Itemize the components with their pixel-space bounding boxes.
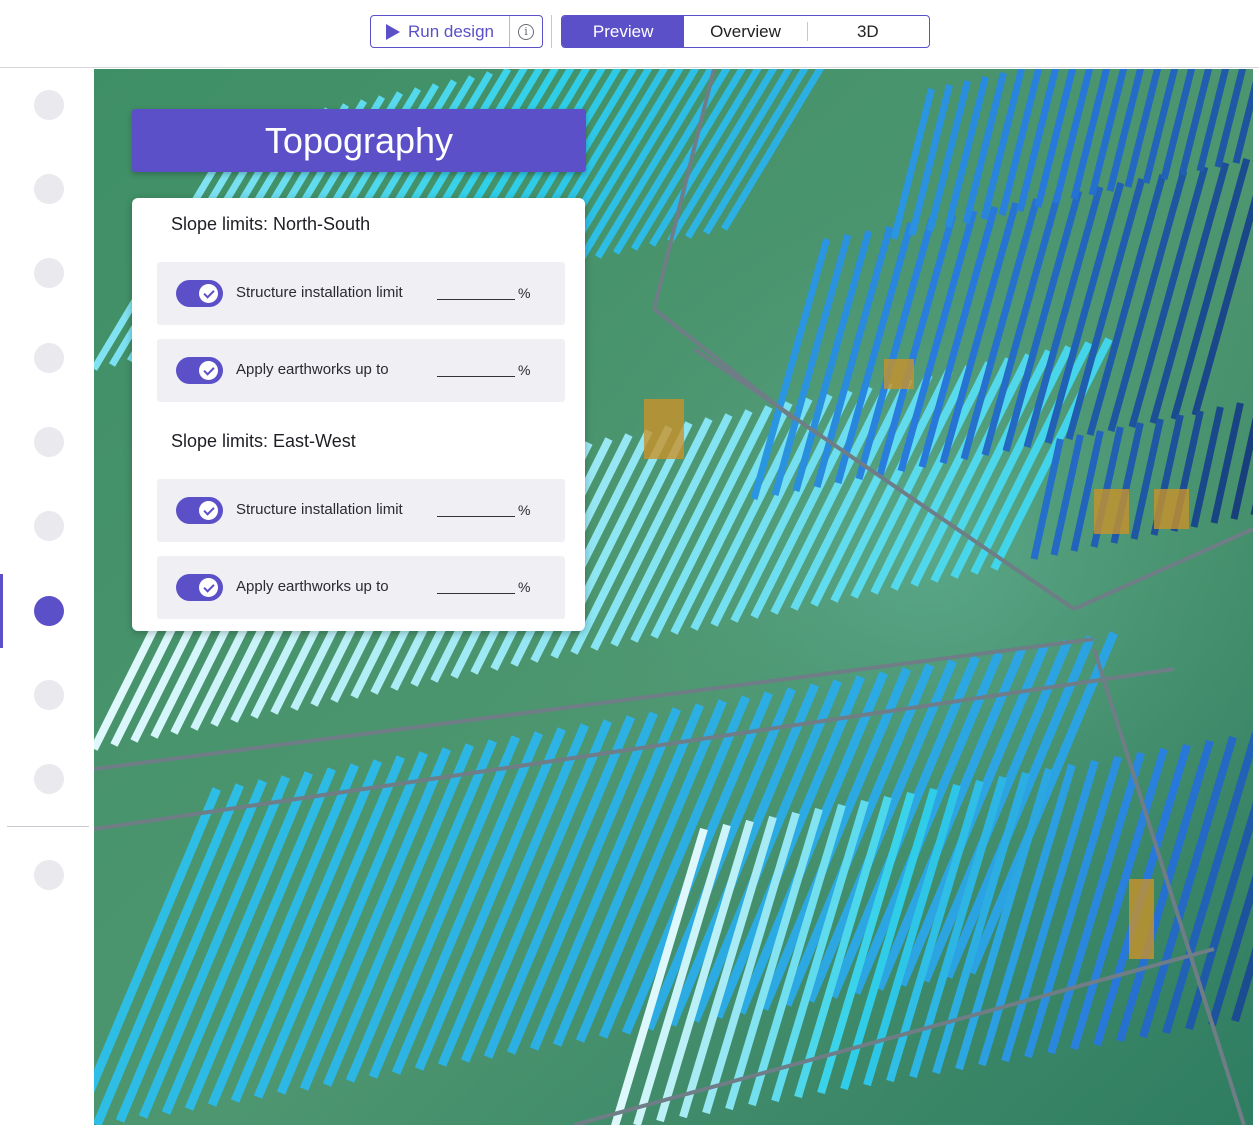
earthwork-patch [1154, 489, 1189, 529]
section-label-east-west: Slope limits: East-West [171, 431, 356, 451]
step-1[interactable] [34, 90, 64, 120]
ns-structure-limit-row: Structure installation limit % [157, 262, 565, 325]
ns-earthworks-input[interactable] [437, 357, 515, 377]
run-design-group: Run design i [370, 15, 543, 48]
ew-structure-limit-unit: % [518, 502, 531, 518]
toggle-knob [199, 284, 218, 303]
step-2[interactable] [34, 174, 64, 204]
ew-earthworks-row: Apply earthworks up to % [157, 556, 565, 619]
tab-preview[interactable]: Preview [562, 16, 685, 47]
view-mode-tabs: Preview Overview 3D [561, 15, 930, 48]
step-8[interactable] [34, 680, 64, 710]
info-icon: i [518, 23, 534, 40]
check-icon [202, 363, 215, 376]
toggle-knob [199, 578, 218, 597]
ew-earthworks-unit: % [518, 579, 531, 595]
step-3[interactable] [34, 258, 64, 288]
ew-structure-limit-label: Structure installation limit [236, 501, 403, 518]
step-10[interactable] [34, 860, 64, 890]
active-step-indicator [0, 574, 3, 648]
ns-structure-limit-input[interactable] [437, 280, 515, 300]
ew-earthworks-label: Apply earthworks up to [236, 578, 389, 595]
top-toolbar: Run design i Preview Overview 3D [0, 0, 1259, 68]
run-design-button[interactable]: Run design [371, 16, 510, 47]
ew-earthworks-toggle[interactable] [176, 574, 223, 601]
ns-earthworks-toggle[interactable] [176, 357, 223, 384]
ew-structure-limit-toggle[interactable] [176, 497, 223, 524]
panel-title-topography: Topography [132, 109, 586, 172]
step-6[interactable] [34, 511, 64, 541]
run-design-label: Run design [407, 21, 494, 41]
check-icon [202, 580, 215, 593]
step-9[interactable] [34, 764, 64, 794]
ew-structure-limit-input[interactable] [437, 497, 515, 517]
rail-separator [7, 826, 89, 827]
topography-panel: Slope limits: North-South Structure inst… [132, 198, 585, 631]
ns-structure-limit-unit: % [518, 285, 531, 301]
toggle-knob [199, 361, 218, 380]
check-icon [202, 286, 215, 299]
ew-structure-limit-row: Structure installation limit % [157, 479, 565, 542]
toggle-knob [199, 501, 218, 520]
tab-overview[interactable]: Overview [684, 16, 806, 47]
step-4[interactable] [34, 343, 64, 373]
info-button[interactable]: i [510, 16, 542, 47]
earthwork-patch [1129, 879, 1154, 959]
tab-3d[interactable]: 3D [806, 16, 929, 47]
earthwork-patch [884, 359, 914, 389]
step-7-topography[interactable] [34, 596, 64, 626]
ns-earthworks-unit: % [518, 362, 531, 378]
earthwork-patch [644, 399, 684, 459]
step-5[interactable] [34, 427, 64, 457]
section-label-north-south: Slope limits: North-South [171, 214, 371, 234]
step-rail [0, 69, 94, 1132]
toolbar-divider [551, 15, 552, 48]
play-icon [385, 23, 400, 40]
ns-structure-limit-toggle[interactable] [176, 280, 223, 307]
ew-earthworks-input[interactable] [437, 574, 515, 594]
ns-earthworks-row: Apply earthworks up to % [157, 339, 565, 402]
earthwork-patch [1094, 489, 1129, 534]
ns-earthworks-label: Apply earthworks up to [236, 361, 389, 378]
ns-structure-limit-label: Structure installation limit [236, 284, 403, 301]
check-icon [202, 503, 215, 516]
